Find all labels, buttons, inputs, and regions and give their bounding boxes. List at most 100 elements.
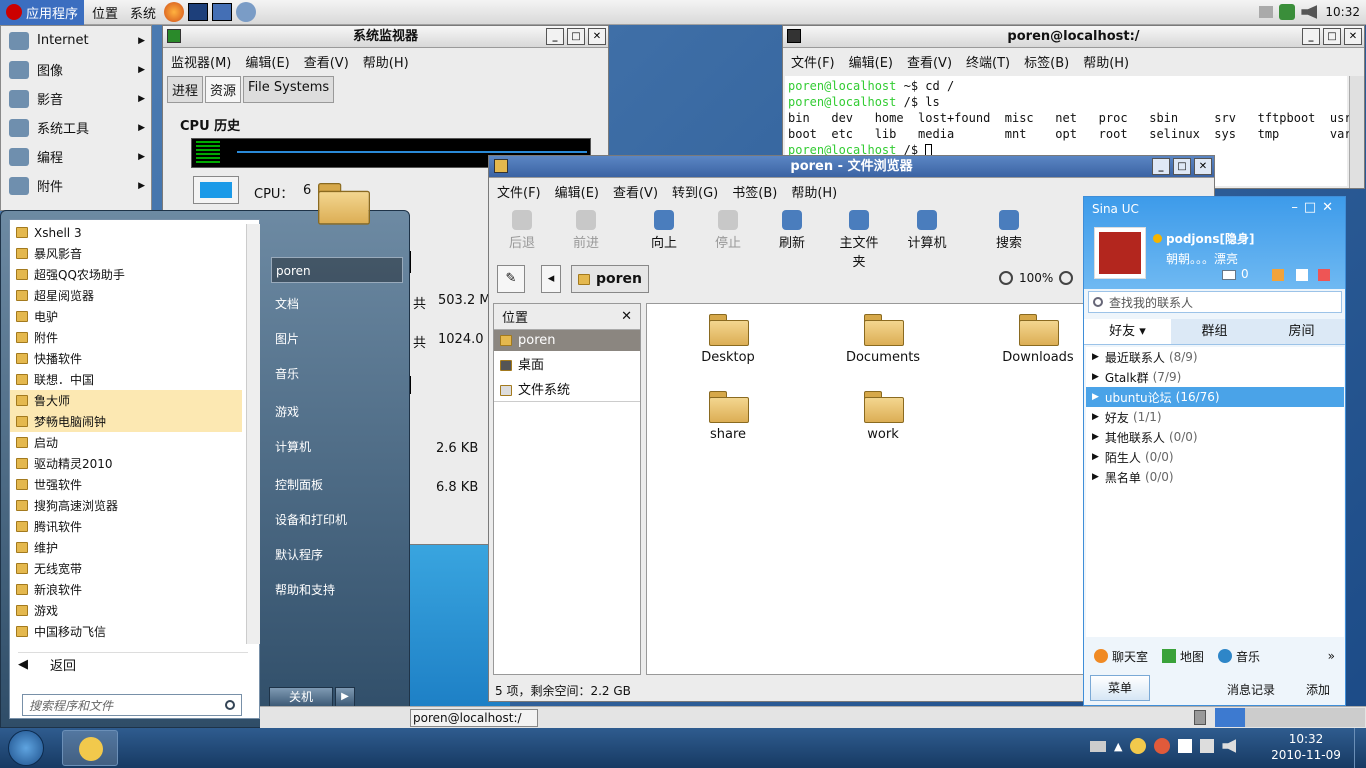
sina-music[interactable]: 音乐 (1236, 648, 1260, 665)
tab-file-systems[interactable]: File Systems (243, 76, 335, 103)
contact-group[interactable]: ▶ Gtalk群 (7/9) (1086, 367, 1344, 387)
program-folder-item[interactable]: 启动 (10, 432, 242, 453)
sina-apps-icon[interactable] (1318, 269, 1330, 281)
places-menu-button[interactable]: 位置 (92, 3, 118, 22)
start-right-item[interactable]: 帮助和支持 (271, 577, 403, 603)
program-folder-item[interactable]: 电驴 (10, 306, 242, 327)
flag-icon[interactable] (1178, 739, 1193, 753)
program-folder-item[interactable]: 无线宽带 (10, 558, 242, 579)
zoom-in-icon[interactable] (1059, 271, 1074, 285)
update-icon[interactable] (1279, 4, 1296, 20)
user-picture[interactable] (313, 183, 370, 243)
chatroom-icon[interactable] (1094, 649, 1108, 663)
zoom-out-icon[interactable] (999, 271, 1013, 285)
sysmon-menu-view[interactable]: 查看(V) (304, 52, 349, 71)
terminal-scrollbar[interactable] (1349, 76, 1364, 188)
program-list-scrollbar[interactable] (246, 224, 260, 644)
contact-group[interactable]: ▶ 其他联系人 (0/0) (1086, 427, 1344, 447)
taskbar-terminal-item[interactable]: poren@localhost:/ (410, 709, 538, 727)
start-right-item[interactable]: 文档 (271, 291, 403, 317)
taskbar-clock[interactable]: 10:32 2010-11-09 (1264, 731, 1348, 763)
path-back-button[interactable]: ◂ (541, 265, 561, 293)
panel-clock[interactable]: 10:32 (1325, 5, 1360, 19)
app-menu-item[interactable]: 图像 ▶ (1, 55, 151, 84)
sina-menu-button[interactable]: 菜单 (1090, 675, 1150, 701)
path-button-poren[interactable]: poren (571, 265, 650, 293)
back-button[interactable]: ◀ 返回 (18, 652, 248, 676)
contact-group[interactable]: ▶ ubuntu论坛 (16/76) (1086, 387, 1344, 407)
taskbar-pinned-app[interactable] (62, 730, 118, 766)
program-folder-item[interactable]: 腾讯软件 (10, 516, 242, 537)
show-desktop-button[interactable] (1354, 728, 1366, 768)
sina-chatroom[interactable]: 聊天室 (1112, 648, 1148, 665)
contact-group[interactable]: ▶ 最近联系人 (8/9) (1086, 347, 1344, 367)
sysmon-menu-monitor[interactable]: 监视器(M) (171, 52, 231, 71)
app-menu-item[interactable]: 系统工具 ▶ (1, 113, 151, 142)
start-right-item[interactable]: 计算机 (271, 434, 403, 460)
close-button[interactable]: ✕ (1344, 28, 1362, 45)
program-folder-item[interactable]: 鲁大师 (10, 390, 242, 411)
minimize-button[interactable]: _ (546, 28, 564, 45)
close-button[interactable]: ✕ (1194, 158, 1212, 175)
terminal-menu-item[interactable]: 标签(B) (1024, 52, 1069, 71)
start-search-box[interactable]: 搜索程序和文件 (22, 694, 242, 716)
minimize-button[interactable]: _ (1152, 158, 1170, 175)
shutdown-button[interactable]: 关机 (269, 687, 333, 707)
file-item-desktop[interactable]: Desktop (683, 314, 773, 365)
qq-icon[interactable] (1130, 738, 1147, 754)
applications-menu-button[interactable]: 应用程序 (0, 0, 85, 25)
sina-map[interactable]: 地图 (1180, 648, 1204, 665)
terminal-menu-item[interactable]: 编辑(E) (849, 52, 893, 71)
app-menu-item[interactable]: 附件 ▶ (1, 171, 151, 200)
program-folder-item[interactable]: 暴风影音 (10, 243, 242, 264)
search-button[interactable]: 搜索 (984, 210, 1034, 251)
program-folder-item[interactable]: Xshell 3 (10, 222, 242, 243)
terminal-menu-item[interactable]: 查看(V) (907, 52, 952, 71)
network-launcher-icon[interactable] (236, 2, 257, 22)
program-folder-item[interactable]: 附件 (10, 327, 242, 348)
network-icon[interactable] (1200, 739, 1215, 753)
sina-message-log[interactable]: 消息记录 (1227, 681, 1275, 698)
sina-skin-icon[interactable] (1296, 269, 1308, 281)
fb-menu-item[interactable]: 书签(B) (732, 182, 777, 201)
maximize-button[interactable]: □ (1323, 28, 1341, 45)
home-button[interactable]: 主文件夹 (834, 210, 884, 270)
sina-signature[interactable]: 朝朝。。。漂亮 (1166, 250, 1238, 267)
sina-tab-rooms[interactable]: 房间 (1258, 319, 1345, 344)
program-folder-item[interactable]: 搜狗高速浏览器 (10, 495, 242, 516)
terminal-titlebar[interactable]: poren@localhost:/ _ □ ✕ (783, 26, 1364, 48)
cpu-color-swatch[interactable] (193, 176, 239, 204)
sysmon-menu-edit[interactable]: 编辑(E) (245, 52, 289, 71)
maximize-button[interactable]: □ (1173, 158, 1191, 175)
shutdown-options-button[interactable]: ▶ (335, 687, 355, 707)
fb-menu-item[interactable]: 查看(V) (613, 182, 658, 201)
sina-window-buttons[interactable]: –□✕ (1291, 200, 1339, 215)
file-browser-titlebar[interactable]: poren - 文件浏览器 _ □ ✕ (489, 156, 1214, 178)
program-folder-item[interactable]: 驱动精灵2010 (10, 453, 242, 474)
program-folder-item[interactable]: 联想．中国 (10, 369, 242, 390)
sina-mail-icon[interactable] (1222, 270, 1236, 280)
side-item-desktop[interactable]: 桌面 (494, 351, 640, 376)
program-folder-item[interactable]: 游戏 (10, 600, 242, 621)
start-right-item[interactable]: 游戏 (271, 399, 403, 425)
side-pane-close-icon[interactable]: ✕ (621, 309, 632, 324)
side-pane-title[interactable]: 位置 (502, 307, 528, 326)
qq2-icon[interactable] (1154, 738, 1171, 754)
minimize-button[interactable]: _ (1302, 28, 1320, 45)
maximize-button[interactable]: □ (567, 28, 585, 45)
forward-button[interactable]: 前进 (561, 210, 611, 251)
file-item-documents[interactable]: Documents (838, 314, 928, 365)
program-folder-item[interactable]: 维护 (10, 537, 242, 558)
trash-icon[interactable] (1194, 710, 1206, 725)
start-right-item[interactable]: 默认程序 (271, 542, 403, 568)
terminal-menu-item[interactable]: 帮助(H) (1083, 52, 1129, 71)
workspace-switcher[interactable] (1215, 708, 1365, 727)
stop-button[interactable]: 停止 (703, 210, 753, 251)
reload-button[interactable]: 刷新 (767, 210, 817, 251)
back-button[interactable]: 后退 (497, 210, 547, 251)
fb-menu-item[interactable]: 帮助(H) (791, 182, 837, 201)
file-item-share[interactable]: share (683, 391, 773, 442)
start-right-item[interactable]: 音乐 (271, 361, 403, 387)
system-monitor-titlebar[interactable]: 系统监视器 _ □ ✕ (163, 26, 608, 48)
start-right-item[interactable]: 图片 (271, 326, 403, 352)
